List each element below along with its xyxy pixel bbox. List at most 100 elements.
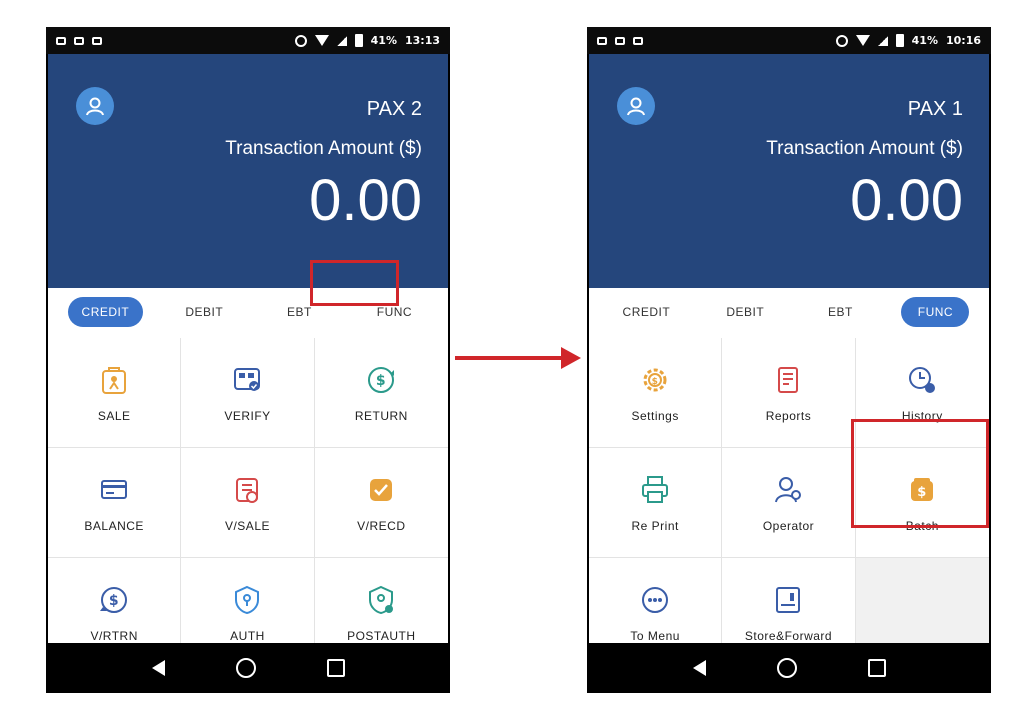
tile-label: Reports [765,408,812,423]
store-forward-icon [776,586,801,613]
notification-icon [597,36,607,45]
tile-label: Store&Forward [744,628,833,643]
tab-credit[interactable]: CREDIT [67,297,144,327]
svg-text:$: $ [376,373,386,389]
tile-void-sale[interactable]: V/SALE [181,448,315,558]
status-time: 13:13 [404,34,440,47]
tab-bar: CREDIT DEBIT EBT FUNC [48,288,448,336]
postauth-shield-icon [369,585,394,614]
amount-value: 0.00 [850,168,963,233]
home-icon[interactable] [776,658,797,678]
battery-icon [895,34,904,47]
tile-reprint[interactable]: Re Print [589,448,723,558]
terminal-label: PAX 1 [907,98,963,120]
tab-debit[interactable]: DEBIT [711,297,779,327]
tile-label: To Menu [630,628,680,643]
amount-header: PAX 2 Transaction Amount ($) 0.00 [48,54,448,288]
reports-doc-icon [778,366,799,393]
tile-return[interactable]: $ RETURN [314,338,448,448]
tile-label: SALE [97,408,131,423]
alarm-icon [835,34,848,47]
tab-ebt[interactable]: EBT [265,297,333,327]
recent-apps-icon[interactable] [326,659,345,677]
signal-icon [877,35,888,46]
home-icon[interactable] [235,658,256,678]
tile-verify[interactable]: VERIFY [181,338,315,448]
tab-func[interactable]: FUNC [360,297,428,327]
svg-text:$: $ [918,485,928,500]
notification-icon [56,36,66,45]
tile-label: Re Print [631,518,679,533]
terminal-label: PAX 2 [366,98,422,120]
amount-label: Transaction Amount ($) [225,138,422,159]
back-icon[interactable] [151,660,165,676]
return-dollar-icon: $ [368,366,395,393]
void-record-icon [370,478,393,501]
status-time: 10:16 [945,34,981,47]
tile-void-record[interactable]: V/RECD [314,448,448,558]
arrow-right-icon [455,347,581,369]
notification-icon [615,36,625,45]
tile-label: POSTAUTH [347,628,416,643]
status-bar: 41% 10:16 [587,27,991,54]
user-avatar-icon[interactable] [617,87,655,125]
function-grid: $ Settings Reports History Re Print Oper… [589,338,989,668]
settings-gear-icon: $ [643,368,667,391]
menu-dots-icon [642,586,669,613]
svg-text:$: $ [109,593,119,609]
function-panel: CREDIT DEBIT EBT FUNC $ Settings Reports… [589,288,989,668]
tile-label: VERIFY [224,408,271,423]
tab-func[interactable]: FUNC [901,297,970,327]
tile-reports[interactable]: Reports [722,338,856,448]
tile-balance[interactable]: BALANCE [48,448,182,558]
user-avatar-icon[interactable] [76,87,114,125]
wifi-icon [855,35,870,46]
sale-bag-icon [102,366,127,394]
printer-icon [642,475,669,503]
phone-screen-right: 41% 10:16 PAX 1 Transaction Amount ($) 0… [587,27,991,693]
tile-label: BALANCE [84,518,144,533]
tile-label: Operator [762,518,815,533]
transaction-grid: SALE VERIFY $ RETURN BALANCE V/SALE V/RE… [48,338,448,668]
back-icon[interactable] [692,660,706,676]
alarm-icon [294,34,307,47]
tile-operator[interactable]: Operator [722,448,856,558]
tile-label: AUTH [230,628,265,643]
tile-label: V/RTRN [90,628,138,643]
tile-label: Settings [631,408,679,423]
phone-screen-left: 41% 13:13 PAX 2 Transaction Amount ($) 0… [46,27,450,693]
operator-user-icon [775,476,802,502]
recent-apps-icon[interactable] [867,659,886,677]
amount-value: 0.00 [309,168,422,233]
tab-credit[interactable]: CREDIT [609,297,685,327]
tile-batch[interactable]: $ Batch [855,448,989,558]
function-panel: CREDIT DEBIT EBT FUNC SALE VERIFY $ RETU… [48,288,448,668]
battery-icon [354,34,363,47]
void-return-icon: $ [100,586,128,613]
wifi-icon [314,35,329,46]
tile-label: V/SALE [224,518,270,533]
tile-settings[interactable]: $ Settings [589,338,723,448]
android-nav-bar [46,643,450,693]
tab-debit[interactable]: DEBIT [170,297,238,327]
balance-card-icon [101,479,128,499]
tab-bar: CREDIT DEBIT EBT FUNC [589,288,989,336]
tile-label: RETURN [354,408,408,423]
tile-history[interactable]: History [855,338,989,448]
verify-card-icon [234,367,261,391]
signal-icon [336,35,347,46]
amount-header: PAX 1 Transaction Amount ($) 0.00 [589,54,989,288]
batch-dollar-icon: $ [911,477,934,501]
notification-icon [92,36,102,45]
void-sale-icon [236,477,259,503]
tile-sale[interactable]: SALE [48,338,182,448]
notification-icon [74,36,84,45]
battery-percent: 41% [911,34,938,47]
tile-label: History [901,408,943,423]
amount-label: Transaction Amount ($) [766,138,963,159]
status-bar: 41% 13:13 [46,27,450,54]
battery-percent: 41% [370,34,397,47]
tab-ebt[interactable]: EBT [806,297,874,327]
auth-shield-icon [235,585,260,614]
tile-label: V/RECD [357,518,406,533]
